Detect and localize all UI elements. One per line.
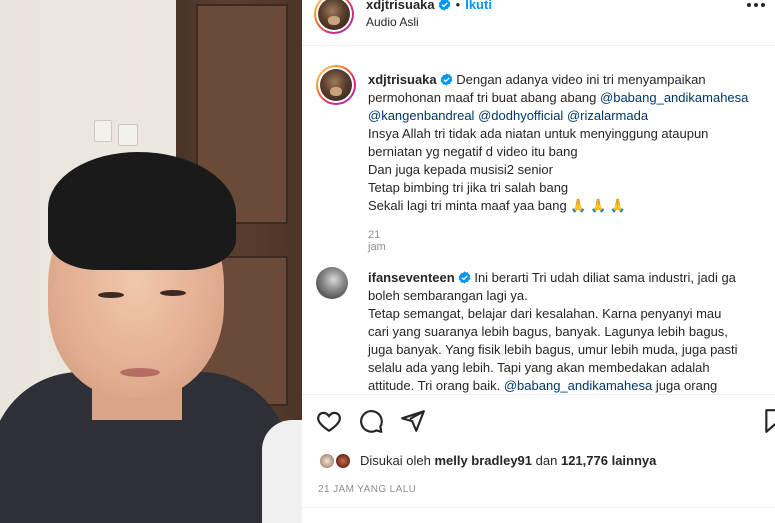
comment-bubble-icon[interactable] — [358, 408, 384, 434]
mention-link[interactable]: @babang_andikamahesa — [600, 90, 748, 105]
comment-line: permohonan maaf tri buat abang abang @ba… — [368, 90, 749, 105]
comment-line: xdjtrisuaka Dengan adanya video ini tri … — [368, 72, 706, 87]
comment-line: selalu ada yang lebih. Tapi yang akan me… — [368, 360, 710, 375]
follow-button[interactable]: Ikuti — [465, 0, 492, 12]
comment-username[interactable]: ifanseventeen — [368, 270, 455, 285]
likes-text: Disukai oleh melly bradley91 dan 121,776… — [360, 453, 657, 468]
like-heart-icon[interactable] — [316, 408, 342, 434]
mention-link[interactable]: @kangenbandreal — [368, 108, 474, 123]
save-bookmark-icon[interactable] — [764, 408, 775, 434]
comment-line: boleh sembarangan lagi ya. — [368, 288, 528, 303]
likes-summary: Disukai oleh melly bradley91 dan 121,776… — [318, 450, 758, 472]
mention-link[interactable]: @rizalarmada — [567, 108, 648, 123]
comment-line: attitude. Tri orang baik. @babang_andika… — [368, 378, 718, 393]
wall-outlet — [118, 124, 138, 146]
video-player[interactable] — [0, 0, 302, 523]
author-username[interactable]: xdjtrisuaka — [366, 0, 435, 12]
likes-count[interactable]: 121,776 — [561, 453, 608, 468]
mention-link[interactable]: @dodhyofficial — [478, 108, 563, 123]
post-header: xdjtrisuaka • Ikuti Audio Asli — [302, 0, 775, 46]
comment-text: xdjtrisuaka Dengan adanya video ini tri … — [368, 71, 768, 215]
audio-label[interactable]: Audio Asli — [366, 15, 419, 29]
comment-line: juga banyak. Yang fisik lebih bagus, umu… — [368, 342, 738, 357]
comment-line: Dan juga kepada musisi2 senior — [368, 162, 553, 177]
post-sidebar: xdjtrisuaka • Ikuti Audio Asli xdjtrisuaka… — [302, 0, 775, 523]
mention-link[interactable]: @babang_andikamahesa — [504, 378, 652, 393]
comment-line: Tetap semangat, belajar dari kesalahan. … — [368, 306, 722, 321]
more-options-icon[interactable] — [747, 3, 765, 7]
comment-username[interactable]: xdjtrisuaka — [368, 72, 437, 87]
comment-line: berniatan yg negatif d video itu bang — [368, 144, 578, 159]
verified-badge-icon — [458, 271, 470, 284]
liker-username[interactable]: melly bradley91 — [434, 453, 532, 468]
post-date[interactable]: 21 JAM YANG LALU — [318, 484, 416, 495]
wall-outlet — [94, 120, 112, 142]
comment-time[interactable]: 21 jam — [368, 229, 386, 253]
liker-avatar[interactable] — [334, 452, 352, 470]
comment-line: @kangenbandreal @dodhyofficial @rizalarm… — [368, 107, 768, 125]
comment-line: Sekali lagi tri minta maaf yaa bang 🙏 🙏 … — [368, 198, 627, 213]
commenter-avatar[interactable] — [316, 267, 348, 299]
share-send-icon[interactable] — [400, 408, 426, 434]
comment-line: Tetap bimbing tri jika tri salah bang — [368, 180, 569, 195]
commenter-avatar[interactable] — [316, 65, 356, 105]
action-bar — [316, 408, 775, 436]
comments-list: xdjtrisuaka Dengan adanya video ini tri … — [302, 47, 775, 394]
author-line: xdjtrisuaka • Ikuti — [366, 0, 492, 14]
comment-line: Insya Allah tri tidak ada niatan untuk m… — [368, 126, 709, 141]
verified-badge-icon — [440, 73, 452, 86]
author-avatar[interactable] — [314, 0, 354, 34]
comment-text: ifanseventeen Ini berarti Tri udah dilia… — [368, 269, 768, 394]
verified-badge-icon — [438, 0, 450, 11]
comment-line: cari yang suaranya lebih bagus, banyak. … — [368, 324, 728, 339]
comment-line: ifanseventeen Ini berarti Tri udah dilia… — [368, 270, 736, 285]
